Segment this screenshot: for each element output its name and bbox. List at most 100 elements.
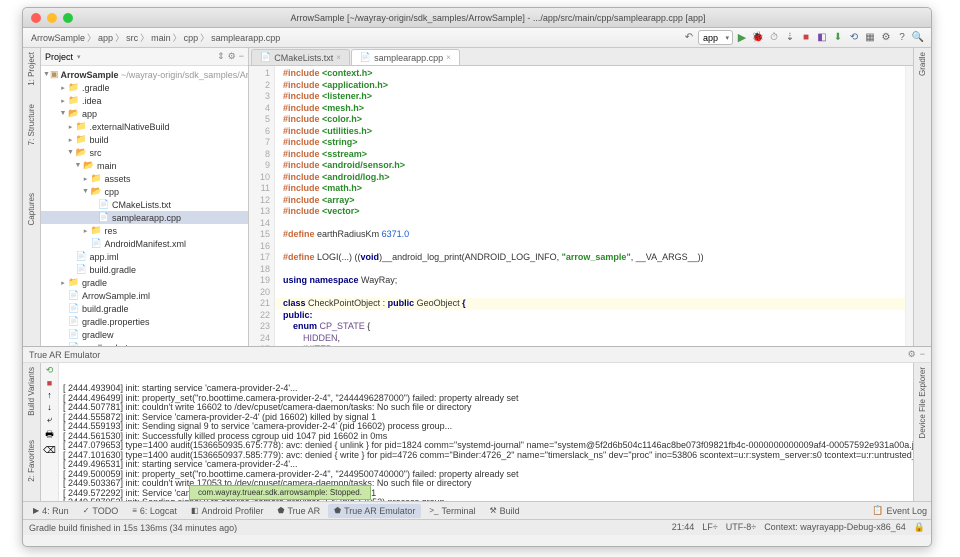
tree-item[interactable]: ▼📂app xyxy=(41,107,248,120)
tool-device-explorer[interactable]: Device File Explorer xyxy=(918,367,927,439)
sync-icon[interactable]: ⟲ xyxy=(847,31,861,45)
tree-item[interactable]: 📄build.gradle xyxy=(41,302,248,315)
up-icon[interactable]: ↑ xyxy=(47,390,52,400)
tool-build-variants[interactable]: Build Variants xyxy=(27,367,36,416)
code-editor[interactable]: #include <context.h> #include <applicati… xyxy=(275,66,905,346)
tree-item[interactable]: ▸📁.gradle xyxy=(41,81,248,94)
attach-icon[interactable]: ⇣ xyxy=(783,31,797,45)
breadcrumb-item[interactable]: cpp xyxy=(182,33,201,43)
tool-gradle[interactable]: Gradle xyxy=(918,52,927,76)
status-message: Gradle build finished in 15s 136ms (34 m… xyxy=(29,523,237,533)
bottom-tab[interactable]: ⬟True AR xyxy=(272,504,327,518)
bottom-tab[interactable]: >_Terminal xyxy=(423,504,481,518)
tree-item[interactable]: 📄gradlew.bat xyxy=(41,341,248,346)
hide-icon[interactable]: − xyxy=(239,51,244,62)
minimize-icon[interactable]: − xyxy=(920,349,925,360)
clear-icon[interactable]: ⌫ xyxy=(43,445,56,456)
error-stripe[interactable] xyxy=(905,66,913,346)
wrap-icon[interactable]: ⤶ xyxy=(47,414,52,425)
search-icon[interactable]: 🔍 xyxy=(911,31,925,45)
tree-item[interactable]: ▼📂cpp xyxy=(41,185,248,198)
editor-pane: 📄CMakeLists.txt×📄samplearapp.cpp× 123456… xyxy=(249,48,913,346)
tree-item[interactable]: ▸📁gradle xyxy=(41,276,248,289)
close-tab-icon[interactable]: × xyxy=(446,53,451,62)
editor-tab[interactable]: 📄samplearapp.cpp× xyxy=(351,49,460,65)
left-tool-gutter: 1: Project 7: Structure Captures xyxy=(23,48,41,346)
editor-tab[interactable]: 📄CMakeLists.txt× xyxy=(251,49,350,65)
minimize-icon[interactable] xyxy=(47,13,57,23)
project-tree[interactable]: ▼▣ArrowSample ~/wayray-origin/sdk_sample… xyxy=(41,66,248,346)
tree-item[interactable]: ▸📁assets xyxy=(41,172,248,185)
tree-item[interactable]: 📄samplearapp.cpp xyxy=(41,211,248,224)
tree-item[interactable]: 📄build.gradle xyxy=(41,263,248,276)
settings-icon[interactable]: ⚙ xyxy=(879,31,893,45)
breadcrumb-item[interactable]: src xyxy=(124,33,140,43)
breadcrumb-item[interactable]: app xyxy=(96,33,115,43)
tree-item[interactable]: ▸📁res xyxy=(41,224,248,237)
stop-icon[interactable]: ■ xyxy=(799,31,813,45)
ide-window: ArrowSample [~/wayray-origin/sdk_samples… xyxy=(22,7,932,547)
breadcrumb-item[interactable]: ArrowSample xyxy=(29,33,87,43)
gear-icon[interactable]: ⚙ xyxy=(228,51,236,62)
close-icon[interactable] xyxy=(31,13,41,23)
tool-structure[interactable]: 7: Structure xyxy=(27,104,36,145)
debug-icon[interactable]: 🐞 xyxy=(751,31,765,45)
breadcrumb-item[interactable]: samplearapp.cpp xyxy=(209,33,282,43)
zoom-icon[interactable] xyxy=(63,13,73,23)
structure-icon[interactable]: ▦ xyxy=(863,31,877,45)
tree-item[interactable]: 📄CMakeLists.txt xyxy=(41,198,248,211)
tree-item[interactable]: ▸📁build xyxy=(41,133,248,146)
console-toolbar: ⟲ ■ ↑ ↓ ⤶ 🖶 ⌫ xyxy=(41,363,59,501)
tree-item[interactable]: 📄ArrowSample.iml xyxy=(41,289,248,302)
sdk-icon[interactable]: ⬇ xyxy=(831,31,845,45)
stop-icon[interactable]: ■ xyxy=(47,378,52,388)
close-tab-icon[interactable]: × xyxy=(336,53,341,62)
settings-icon[interactable]: ⚙ xyxy=(908,349,916,360)
back-icon[interactable]: ↶ xyxy=(682,31,696,45)
left-gutter-bottom: Build Variants 2: Favorites xyxy=(23,363,41,501)
bottom-tabs: ▶4: Run✓TODO≡6: Logcat◧Android Profiler⬟… xyxy=(23,501,931,519)
event-log-button[interactable]: 📋Event Log xyxy=(872,505,927,516)
tree-item[interactable]: 📄app.iml xyxy=(41,250,248,263)
bottom-tab[interactable]: ≡6: Logcat xyxy=(126,504,183,518)
down-icon[interactable]: ↓ xyxy=(47,402,52,412)
rerun-icon[interactable]: ⟲ xyxy=(46,365,54,376)
tool-favorites[interactable]: 2: Favorites xyxy=(27,440,36,482)
bottom-tab[interactable]: ▶4: Run xyxy=(27,504,75,518)
status-bar: Gradle build finished in 15s 136ms (34 m… xyxy=(23,519,931,535)
breadcrumb-item[interactable]: main xyxy=(149,33,173,43)
encoding[interactable]: UTF-8÷ xyxy=(726,522,756,533)
tool-project[interactable]: 1: Project xyxy=(27,52,36,86)
caret-pos[interactable]: 21:44 xyxy=(672,522,695,533)
navbar: ArrowSample〉app〉src〉main〉cpp〉samplearapp… xyxy=(23,28,931,48)
bottom-tab[interactable]: ⚒Build xyxy=(483,504,525,518)
console-output[interactable]: [ 2444.493904] init: starting service 'c… xyxy=(59,363,913,501)
tree-item[interactable]: 📄AndroidManifest.xml xyxy=(41,237,248,250)
tree-item[interactable]: ▼📂main xyxy=(41,159,248,172)
project-view-select[interactable]: Project xyxy=(45,52,73,62)
tree-item[interactable]: ▸📁.idea xyxy=(41,94,248,107)
help-icon[interactable]: ? xyxy=(895,31,909,45)
project-pane: Project ▾ ⇕ ⚙ − ▼▣ArrowSample ~/wayray-o… xyxy=(41,48,249,346)
right-tool-gutter: Gradle xyxy=(913,48,931,346)
tree-item[interactable]: ▼📂src xyxy=(41,146,248,159)
line-sep[interactable]: LF÷ xyxy=(702,522,717,533)
run-config-select[interactable]: app xyxy=(698,30,733,45)
tree-item[interactable]: 📄gradlew xyxy=(41,328,248,341)
context[interactable]: Context: wayrayapp-Debug-x86_64 xyxy=(764,522,906,533)
tree-root[interactable]: ▼▣ArrowSample ~/wayray-origin/sdk_sample… xyxy=(41,68,248,81)
bottom-tab[interactable]: ✓TODO xyxy=(77,504,125,518)
bottom-tab[interactable]: ◧Android Profiler xyxy=(185,504,270,518)
run-icon[interactable]: ▶ xyxy=(735,31,749,45)
right-gutter-bottom: Device File Explorer xyxy=(913,363,931,501)
print-icon[interactable]: 🖶 xyxy=(45,427,54,443)
window-title: ArrowSample [~/wayray-origin/sdk_samples… xyxy=(73,13,923,23)
profile-icon[interactable]: ⏱ xyxy=(767,31,781,45)
tree-item[interactable]: 📄gradle.properties xyxy=(41,315,248,328)
tool-captures[interactable]: Captures xyxy=(27,193,36,225)
avd-icon[interactable]: ◧ xyxy=(815,31,829,45)
lock-icon[interactable]: 🔒 xyxy=(914,522,925,533)
tree-item[interactable]: ▸📁.externalNativeBuild xyxy=(41,120,248,133)
collapse-icon[interactable]: ⇕ xyxy=(217,51,225,62)
bottom-tab[interactable]: ⬟True AR Emulator xyxy=(328,504,421,518)
